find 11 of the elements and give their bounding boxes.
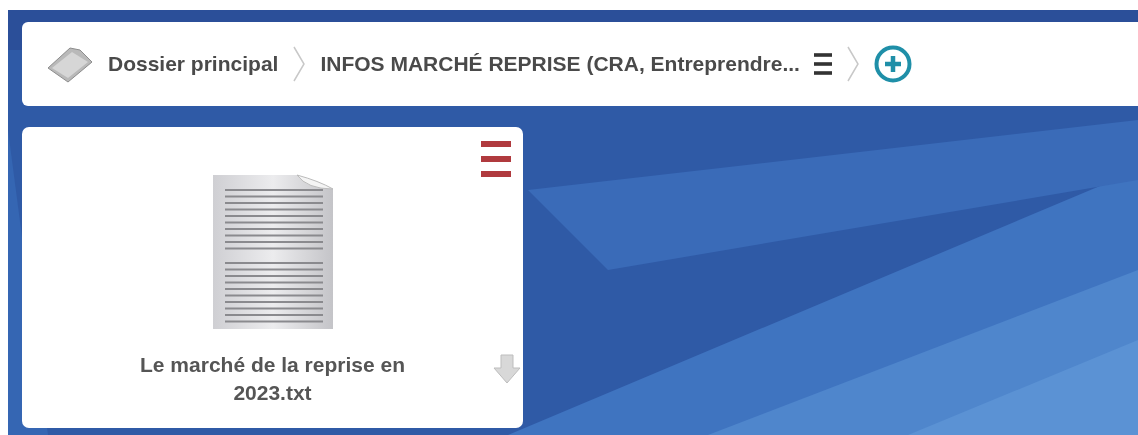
text-document-icon xyxy=(210,173,335,331)
menu-icon[interactable] xyxy=(813,53,832,75)
chevron-separator-icon xyxy=(292,45,307,83)
breadcrumb-link[interactable]: INFOS MARCHÉ REPRISE (CRA, Entreprendre... xyxy=(320,52,800,76)
file-name: Le marché de la reprise en 2023.txt xyxy=(139,352,406,406)
file-card[interactable]: Le marché de la reprise en 2023.txt xyxy=(22,127,523,428)
folder-icon xyxy=(46,44,94,84)
chevron-separator-icon xyxy=(845,45,860,83)
add-icon[interactable] xyxy=(873,45,912,83)
menu-icon[interactable] xyxy=(481,141,511,177)
breadcrumb-link[interactable]: Dossier principal xyxy=(108,52,279,76)
